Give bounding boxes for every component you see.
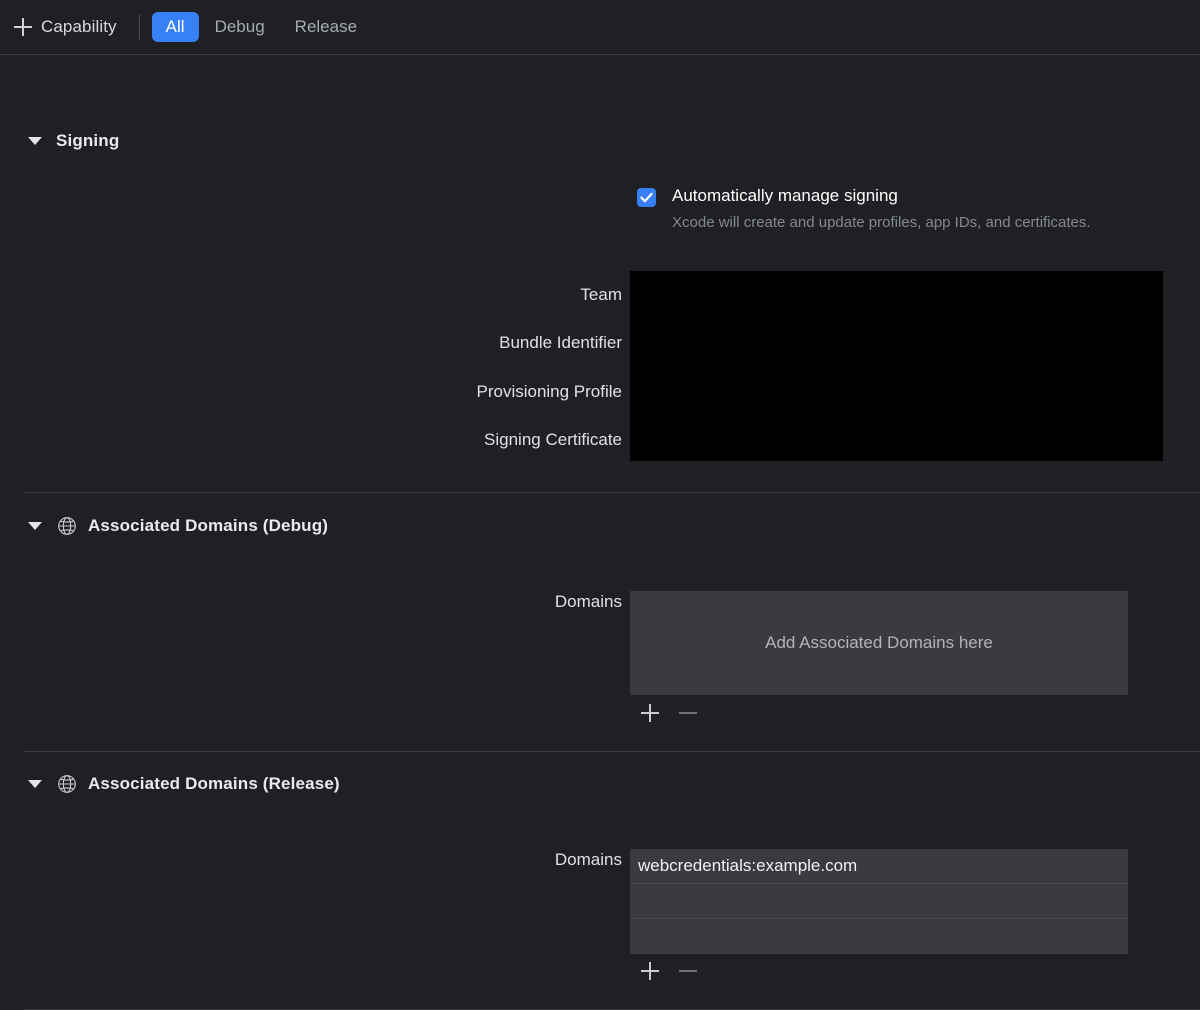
automatically-manage-signing-checkbox[interactable] bbox=[637, 188, 656, 207]
domains-empty-placeholder-debug: Add Associated Domains here bbox=[765, 633, 993, 652]
filter-tab-debug[interactable]: Debug bbox=[201, 12, 279, 42]
domains-list-debug[interactable]: Add Associated Domains here bbox=[630, 591, 1128, 695]
filter-tab-all[interactable]: All bbox=[151, 12, 199, 42]
field-label-provisioning-profile: Provisioning Profile bbox=[476, 382, 622, 401]
remove-domain-button-debug[interactable] bbox=[669, 700, 707, 726]
section-header-associated-domains-debug[interactable]: Associated Domains (Debug) bbox=[28, 515, 328, 537]
chevron-down-icon[interactable] bbox=[28, 780, 50, 788]
field-label-bundle-identifier: Bundle Identifier bbox=[499, 333, 622, 352]
section-title-signing: Signing bbox=[56, 131, 120, 150]
remove-domain-button-release[interactable] bbox=[669, 958, 707, 984]
section-divider-2 bbox=[24, 751, 1200, 752]
add-capability-label: Capability bbox=[41, 17, 117, 36]
automatically-manage-signing-text: Automatically manage signing Xcode will … bbox=[672, 186, 1091, 234]
build-configuration-filter: All Debug Release bbox=[151, 12, 371, 42]
automatically-manage-signing-row: Automatically manage signing Xcode will … bbox=[637, 186, 1091, 234]
globe-icon bbox=[56, 773, 78, 795]
chevron-down-icon[interactable] bbox=[28, 137, 50, 145]
field-label-team: Team bbox=[580, 285, 622, 304]
section-header-associated-domains-release[interactable]: Associated Domains (Release) bbox=[28, 773, 340, 795]
section-header-signing[interactable]: Signing bbox=[28, 131, 119, 151]
capabilities-toolbar: Capability All Debug Release bbox=[0, 0, 1200, 55]
chevron-down-icon[interactable] bbox=[28, 522, 50, 530]
field-label-domains-debug: Domains bbox=[554, 592, 622, 611]
field-label-domains-release: Domains bbox=[554, 850, 622, 869]
domains-stepper-release bbox=[631, 958, 707, 984]
field-label-signing-certificate: Signing Certificate bbox=[484, 430, 622, 449]
domain-list-item[interactable]: webcredentials:example.com bbox=[630, 849, 1128, 884]
domains-stepper-debug bbox=[631, 700, 707, 726]
toolbar-separator bbox=[138, 14, 140, 40]
filter-tab-release[interactable]: Release bbox=[281, 12, 371, 42]
redacted-signing-values-block bbox=[630, 271, 1163, 461]
add-domain-button-debug[interactable] bbox=[631, 700, 669, 726]
domain-list-item[interactable] bbox=[630, 919, 1128, 954]
globe-icon bbox=[56, 515, 78, 537]
plus-icon bbox=[12, 16, 34, 38]
domain-list-item[interactable] bbox=[630, 884, 1128, 919]
section-title-associated-domains-release: Associated Domains (Release) bbox=[88, 774, 340, 793]
add-capability-button[interactable]: Capability bbox=[8, 13, 125, 41]
add-domain-button-release[interactable] bbox=[631, 958, 669, 984]
capabilities-content: Signing Automatically manage signing Xco… bbox=[0, 55, 1200, 1010]
automatically-manage-signing-label: Automatically manage signing bbox=[672, 186, 898, 205]
section-divider-1 bbox=[24, 492, 1200, 493]
section-title-associated-domains-debug: Associated Domains (Debug) bbox=[88, 516, 329, 535]
domains-list-release[interactable]: webcredentials:example.com bbox=[630, 849, 1128, 954]
automatically-manage-signing-description: Xcode will create and update profiles, a… bbox=[672, 214, 1091, 231]
